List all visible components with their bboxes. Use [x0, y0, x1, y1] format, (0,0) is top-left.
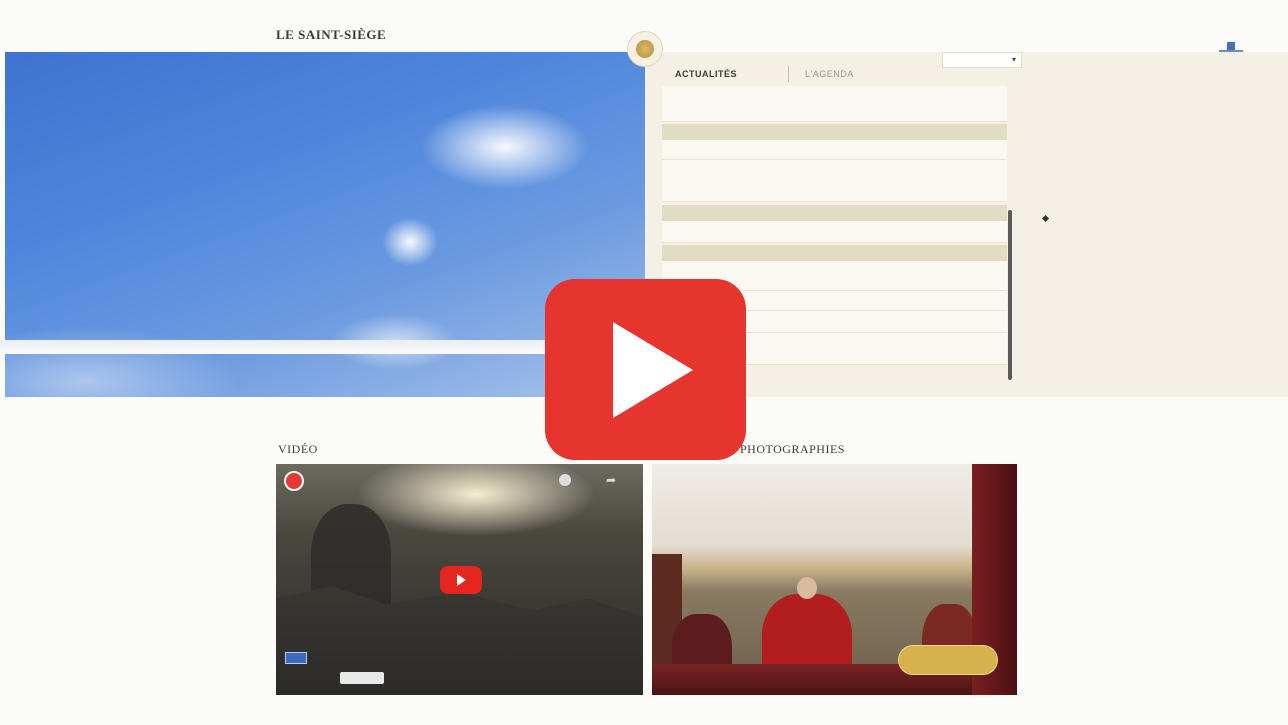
youtube-logo-icon[interactable]	[340, 672, 384, 684]
share-icon[interactable]: ➦	[606, 474, 616, 486]
video-section-title: VIDÉO	[278, 442, 318, 456]
list-item[interactable]	[662, 140, 1007, 160]
news-scrollbar[interactable]	[1008, 210, 1012, 380]
holy-see-seal-icon	[627, 31, 663, 67]
date-bar	[662, 124, 1007, 140]
date-bar	[662, 205, 1007, 221]
play-icon	[612, 321, 693, 418]
play-icon	[456, 574, 466, 586]
figure-head	[797, 577, 817, 599]
list-item[interactable]	[662, 221, 1007, 243]
tab-divider	[788, 66, 789, 82]
photo-section-title: PHOTOGRAPHIES	[740, 442, 845, 456]
month-select[interactable]: ▾	[942, 52, 1022, 68]
page: LE SAINT-SIÈGE ACTUALITÉS L'AGENDA ▾ VID…	[0, 0, 1288, 725]
big-play-button[interactable]	[545, 279, 746, 460]
live-badge	[285, 652, 307, 664]
list-item[interactable]	[662, 86, 1007, 122]
site-title[interactable]: LE SAINT-SIÈGE	[276, 27, 386, 43]
gallery-button[interactable]	[898, 645, 998, 675]
channel-avatar-icon[interactable]	[284, 471, 304, 491]
date-bar	[662, 245, 1007, 261]
video-play-button[interactable]	[440, 566, 482, 594]
news-tabs: ACTUALITÉS L'AGENDA	[665, 62, 940, 86]
chevron-down-icon: ▾	[1011, 55, 1016, 64]
tab-agenda[interactable]: L'AGENDA	[805, 62, 854, 86]
tab-news[interactable]: ACTUALITÉS	[675, 62, 737, 86]
clock-icon[interactable]	[559, 474, 571, 486]
list-item[interactable]	[662, 160, 1007, 202]
